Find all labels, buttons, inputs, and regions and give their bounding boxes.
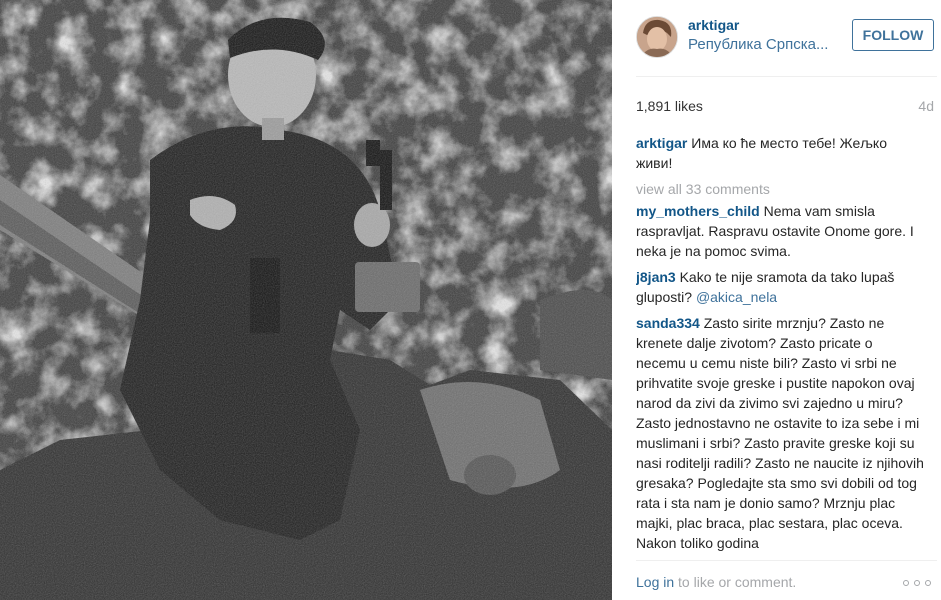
comment-mention[interactable]: @akica_nela [696, 289, 777, 305]
likes-count[interactable]: 1,891 likes [636, 98, 703, 114]
header-divider [636, 76, 937, 77]
comment-username[interactable]: sanda334 [636, 315, 700, 331]
post-photo[interactable] [0, 0, 612, 600]
follow-button[interactable]: FOLLOW [852, 19, 934, 51]
footer-divider [636, 560, 937, 561]
comment-username[interactable]: j8jan3 [636, 269, 676, 285]
caption: arktigar Има ко ће место тебе! Жељко жив… [636, 133, 926, 173]
avatar[interactable] [636, 16, 678, 58]
avatar-icon [637, 17, 677, 57]
list-item: j8jan3 Kako te nije sramota da tako lupa… [636, 267, 926, 307]
post-location[interactable]: Република Српска... [688, 36, 828, 53]
more-options-icon[interactable] [903, 578, 933, 588]
author-username[interactable]: arktigar [688, 17, 739, 33]
comments-list[interactable]: arktigar Има ко ће место тебе! Жељко жив… [636, 133, 926, 551]
list-item: my_mothers_child Nema vam smisla rasprav… [636, 201, 926, 261]
view-all-comments-link[interactable]: view all 33 comments [636, 179, 926, 199]
caption-username[interactable]: arktigar [636, 135, 687, 151]
comment-username[interactable]: my_mothers_child [636, 203, 760, 219]
login-prompt: Log in to like or comment. [636, 574, 796, 590]
post-timestamp[interactable]: 4d [918, 98, 934, 114]
post-header: arktigar Република Српска... FOLLOW [636, 14, 936, 62]
login-prompt-text: to like or comment. [674, 574, 797, 590]
list-item: sanda334 Zasto sirite mrznju? Zasto ne k… [636, 313, 926, 551]
post-sidebar: arktigar Република Српска... FOLLOW 1,89… [612, 0, 941, 600]
photo-image [0, 0, 612, 600]
login-link[interactable]: Log in [636, 574, 674, 590]
comment-text: Zasto sirite mrznju? Zasto ne krenete da… [636, 315, 924, 551]
